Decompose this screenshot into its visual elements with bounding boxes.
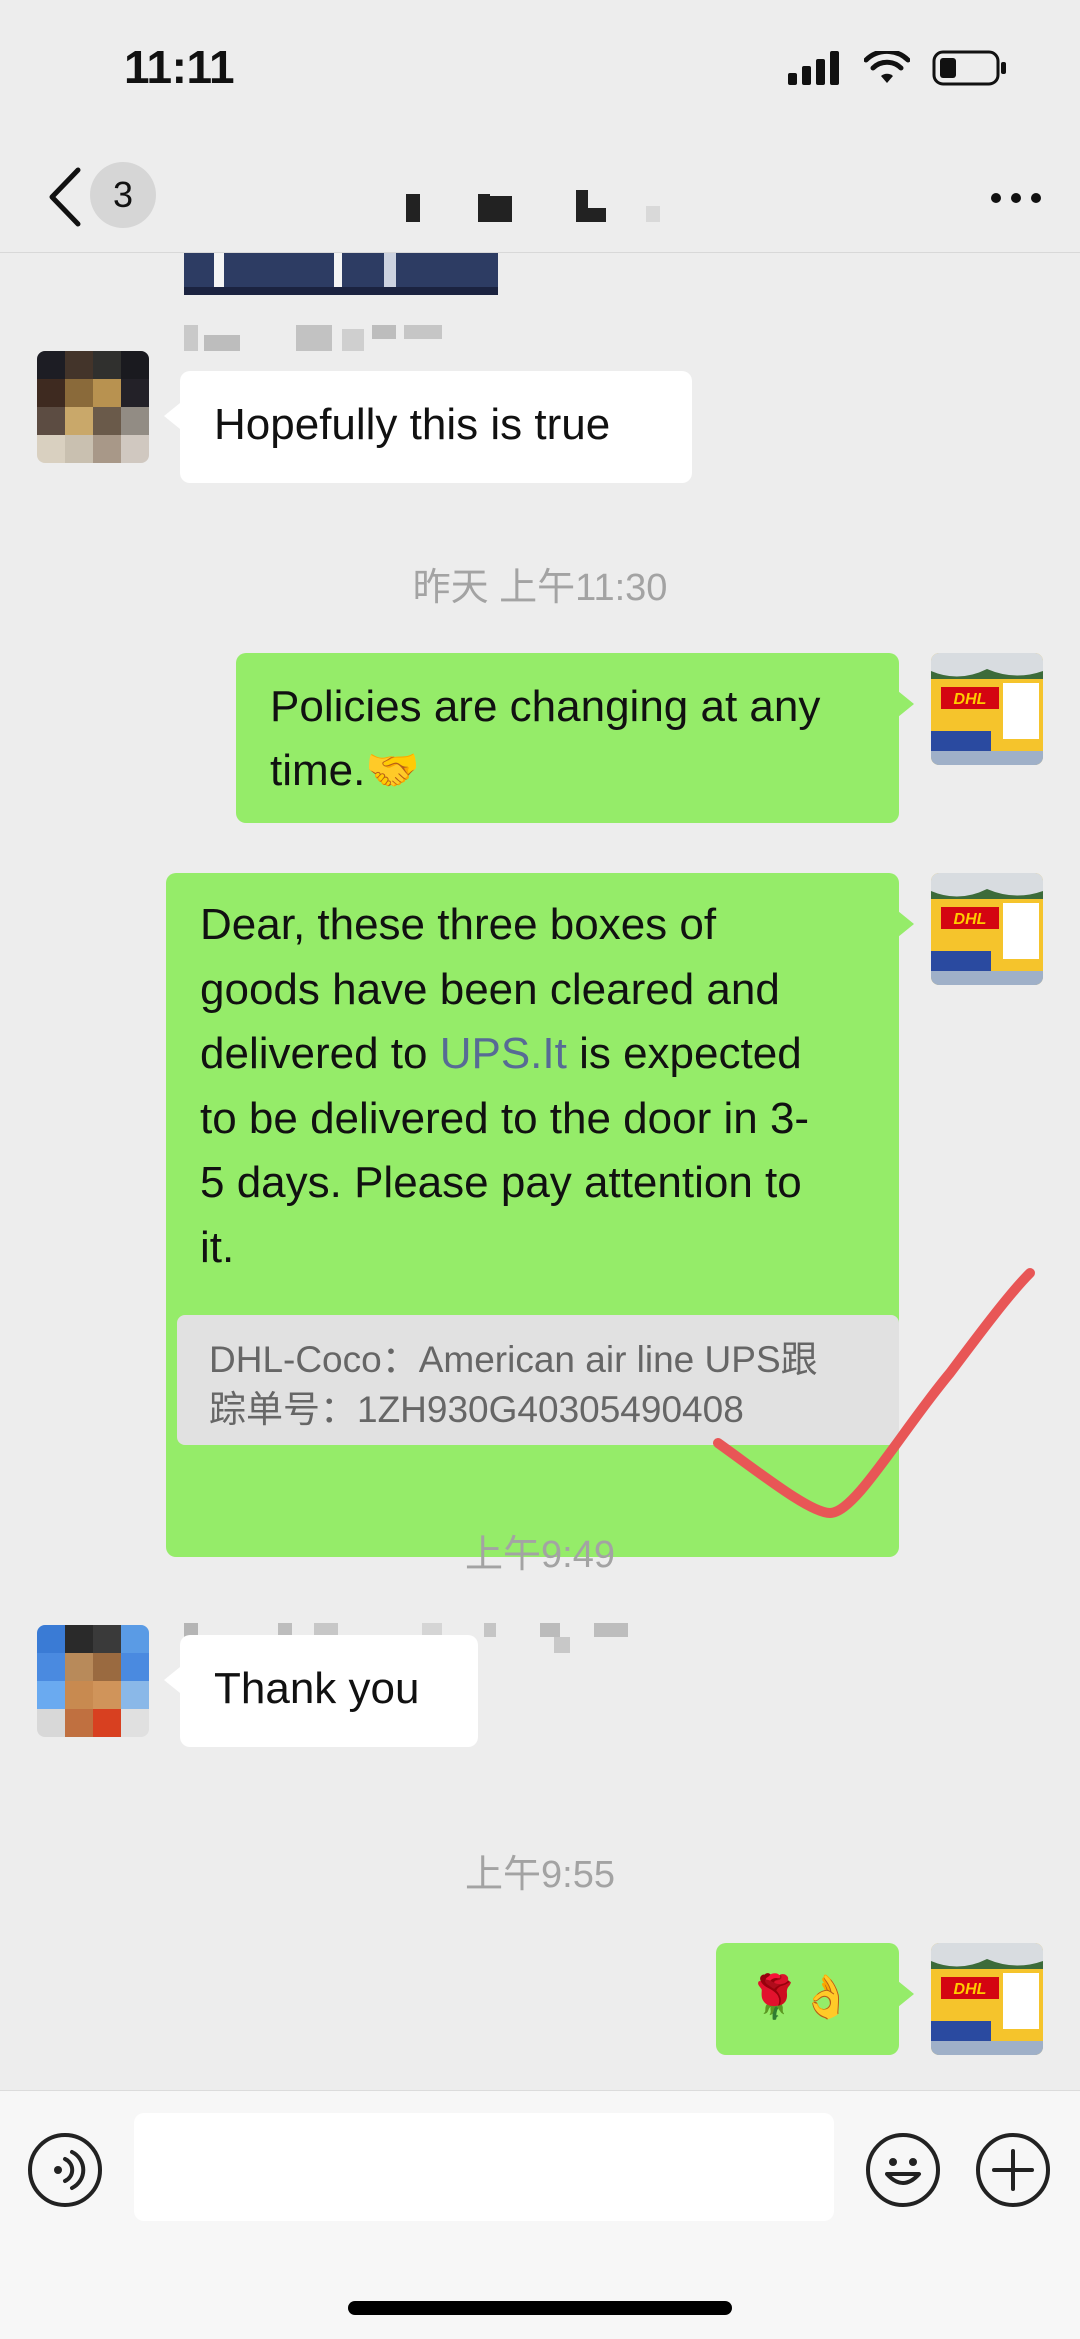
bubble-tail xyxy=(164,403,180,429)
message-text-line: Dear, these three boxes of xyxy=(200,900,717,949)
home-indicator xyxy=(348,2301,732,2315)
message-text-line: delivered to UPS.It is expected xyxy=(200,1029,802,1078)
message-text: Thank you xyxy=(214,1664,420,1713)
message-text: 🌹👌 xyxy=(748,1972,853,2021)
more-dots-icon[interactable] xyxy=(986,178,1046,218)
voice-icon xyxy=(54,2150,86,2190)
contact-avatar[interactable] xyxy=(37,351,149,463)
message-input[interactable] xyxy=(134,2113,834,2221)
image-message-partial[interactable] xyxy=(184,253,498,295)
message-text: Hopefully this is true xyxy=(214,400,611,449)
timestamp: 昨天 上午11:30 xyxy=(412,567,668,609)
svg-text:DHL: DHL xyxy=(954,911,987,928)
battery-icon xyxy=(932,50,1006,86)
status-icons xyxy=(788,50,1008,86)
message-bubble-incoming[interactable]: Thank you xyxy=(180,1635,478,1747)
my-avatar-dhl[interactable]: DHL xyxy=(931,1943,1043,2055)
svg-text:DHL: DHL xyxy=(954,1981,987,1998)
status-bar: 11:11 xyxy=(0,0,1080,140)
back-chevron-icon[interactable] xyxy=(38,162,98,232)
voice-button[interactable] xyxy=(28,2133,102,2207)
input-toolbar xyxy=(0,2090,1080,2339)
status-time: 11:11 xyxy=(124,41,235,93)
chat-header: 3 xyxy=(0,140,1080,253)
unread-count-badge[interactable]: 3 xyxy=(90,162,156,228)
bubble-tail xyxy=(898,1981,914,2007)
bubble-tail xyxy=(898,691,914,717)
message-text: Policies are changing at any time.🤝 xyxy=(270,682,821,795)
my-avatar-dhl[interactable]: DHL xyxy=(931,653,1043,765)
message-text-line: 5 days. Please pay attention to xyxy=(200,1158,802,1207)
timestamp: 上午9:55 xyxy=(465,1854,615,1896)
more-actions-button[interactable] xyxy=(976,2133,1050,2207)
wifi-icon xyxy=(864,51,910,83)
bubble-tail xyxy=(898,911,914,937)
chat-message-list[interactable]: Hopefully this is true 昨天 上午11:30 Polici… xyxy=(0,253,1080,2088)
emoji-icon xyxy=(885,2158,921,2185)
message-bubble-incoming[interactable]: Hopefully this is true xyxy=(180,371,692,483)
message-bubble-outgoing[interactable]: Policies are changing at any time.🤝 xyxy=(236,653,899,823)
my-avatar-dhl[interactable]: DHL xyxy=(931,873,1043,985)
message-bubble-outgoing[interactable]: 🌹👌 xyxy=(716,1943,899,2055)
emoji-button[interactable] xyxy=(866,2133,940,2207)
chat-title-pixelated xyxy=(406,184,660,222)
message-text-line: goods have been cleared and xyxy=(200,964,780,1014)
svg-text:DHL: DHL xyxy=(954,691,987,708)
contact-avatar[interactable] xyxy=(37,1625,149,1737)
link-ups[interactable]: UPS.It xyxy=(440,1029,567,1078)
plus-icon xyxy=(992,2149,1034,2191)
sender-name-pixelated xyxy=(184,325,442,351)
signal-icon xyxy=(788,51,839,85)
bubble-tail xyxy=(164,1667,180,1693)
red-checkmark-annotation xyxy=(713,1268,1035,1518)
message-text-line: to be delivered to the door in 3- xyxy=(200,1093,810,1143)
timestamp: 上午9:49 xyxy=(465,1534,615,1576)
